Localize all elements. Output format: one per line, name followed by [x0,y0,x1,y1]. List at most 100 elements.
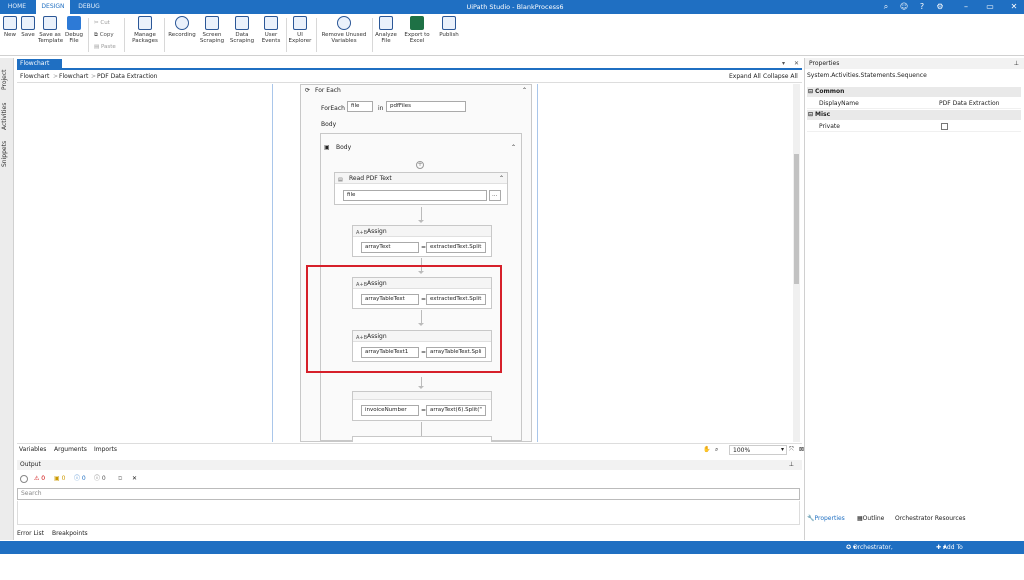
read-pdf-activity[interactable]: ▤ Read PDF Text ⌃ file ... [334,172,508,205]
new-label: New [4,32,16,38]
search-icon[interactable]: ⌕ [880,2,892,12]
assign-activity[interactable]: A+B Assign arrayText = extractedText.Spli… [352,225,492,257]
read-pdf-file-input[interactable]: file [343,190,487,201]
clear-output-icon[interactable]: ✕ [132,474,137,484]
errors-filter[interactable]: ⚠ 0 [34,474,45,484]
sidebar-item-project[interactable]: Project [1,66,13,94]
collapse-icon[interactable]: ⊟ [808,110,813,120]
save-as-template-button[interactable]: Save as Template [38,16,64,44]
properties-header: Properties ⊥ [805,58,1024,69]
common-section[interactable]: ⊟ Common [807,87,1021,97]
collapse-icon[interactable]: ⌃ [522,86,527,96]
tab-debug[interactable]: DEBUG [74,0,104,14]
displayname-value[interactable]: PDF Data Extraction [939,98,999,109]
recording-label: Recording [168,32,196,38]
scrollbar-thumb[interactable] [794,154,799,284]
variables-tab[interactable]: Variables [19,444,46,456]
analyze-file-button[interactable]: Analyze File [374,16,398,44]
assign-value-input[interactable]: arrayText(6).Split(" [426,405,486,416]
explorer-icon [293,16,307,30]
publish-button[interactable]: Publish [436,16,462,38]
breadcrumb-item[interactable]: PDF Data Extraction [97,71,157,83]
paste-button[interactable]: ▤ Paste [94,44,116,50]
close-icon[interactable]: ✕ [1008,2,1020,12]
properties-tab[interactable]: 🔧 Properties [807,514,845,524]
tab-close-icon[interactable]: ✕ [794,60,799,67]
private-checkbox[interactable] [941,123,948,130]
paste-label: Paste [100,44,116,50]
output-title: Output [20,461,41,468]
orchestrator-resources-tab[interactable]: Orchestrator Resources [895,514,966,524]
pan-icon[interactable]: ✋ [703,444,710,456]
collapse-all-link[interactable]: Collapse All [763,71,798,83]
output-search-input[interactable]: Search [17,488,800,500]
tab-dropdown-icon[interactable]: ▾ [782,60,785,67]
cut-button[interactable]: ✂ Cut [94,20,110,26]
chevron-down-icon[interactable]: ▾ [781,444,784,456]
minimize-icon[interactable]: – [960,2,972,12]
breakpoints-tab[interactable]: Breakpoints [52,530,88,537]
tab-home[interactable]: HOME [2,0,32,14]
warnings-filter[interactable]: ▣ 0 [54,474,65,484]
error-list-tab[interactable]: Error List [17,530,44,537]
misc-section[interactable]: ⊟ Misc [807,110,1021,120]
foreach-collection-input[interactable]: pdfFiles [386,101,466,112]
info-filter[interactable]: ⓘ 0 [74,474,86,484]
save-as-template-label: Save as Template [38,32,64,44]
document-tab-flowchart[interactable]: Flowchart [17,59,62,68]
properties-type: System.Activities.Statements.Sequence [807,72,927,79]
browse-button[interactable]: ... [489,190,501,201]
trace-count: 0 [101,475,106,482]
pin-icon[interactable]: ⊥ [1014,58,1019,69]
assign-activity[interactable]: invoiceNumber = arrayText(6).Split(" [352,391,492,421]
feedback-icon[interactable]: ☺ [898,2,910,12]
clock-icon[interactable] [20,474,30,484]
source-control-button[interactable]: ✚ Add To Source Control ▾ [936,541,965,577]
assign-to-input[interactable]: invoiceNumber [361,405,419,416]
breadcrumb-item[interactable]: Flowchart [59,71,88,83]
data-scraping-button[interactable]: Data Scraping [228,16,256,44]
recording-button[interactable]: Recording [168,16,196,38]
assign-to-input[interactable]: arrayText [361,242,419,253]
add-activity-icon[interactable]: + [416,161,424,169]
pin-icon[interactable]: ⊥ [789,460,794,470]
zoom-select[interactable]: 100% [729,445,787,455]
copy-button[interactable]: ⧉ Copy [94,32,114,39]
copy-output-icon[interactable]: ⧉ [118,474,122,484]
orchestrator-status[interactable]: ✪ Orchestrator, Default ▾ [846,541,893,564]
new-button[interactable]: New [2,16,18,38]
maximize-icon[interactable]: ▭ [984,2,996,12]
debug-file-button[interactable]: Debug File [64,16,84,44]
fit-screen-icon[interactable]: ⤧ [789,444,794,456]
assign-value-input[interactable]: extractedText.Split [426,242,486,253]
sidebar-item-snippets[interactable]: Snippets [1,138,13,170]
save-button[interactable]: Save [20,16,36,38]
trace-filter[interactable]: ⓘ 0 [94,474,106,484]
foreach-activity[interactable]: ⟳ For Each ⌃ ForEach file in pdfFiles Bo… [300,84,532,442]
sidebar-item-activities[interactable]: Activities [1,98,13,134]
manage-packages-button[interactable]: Manage Packages [130,16,160,44]
document-tab-underline [17,68,802,70]
collapse-icon[interactable]: ⌃ [511,143,516,153]
collapse-icon[interactable]: ⊟ [808,87,813,97]
remove-unused-variables-button[interactable]: Remove Unused Variables [320,16,368,44]
collapse-icon[interactable]: ⌃ [499,173,504,184]
next-activity[interactable] [352,436,492,442]
breadcrumb-item[interactable]: Flowchart [20,71,49,83]
ui-explorer-button[interactable]: UI Explorer [288,16,312,44]
zoom-icon[interactable]: ⌕ [715,444,718,456]
user-events-button[interactable]: User Events [258,16,284,44]
canvas-scrollbar[interactable] [793,84,800,442]
foreach-item-input[interactable]: file [347,101,373,112]
screen-scraping-button[interactable]: Screen Scraping [198,16,226,44]
tab-design[interactable]: DESIGN [36,0,70,14]
designer-canvas[interactable]: ⟳ For Each ⌃ ForEach file in pdfFiles Bo… [17,84,802,442]
help-icon[interactable]: ? [916,2,928,12]
arguments-tab[interactable]: Arguments [54,444,87,456]
export-to-excel-button[interactable]: Export to Excel [404,16,430,44]
settings-icon[interactable]: ⚙ [934,2,946,12]
imports-tab[interactable]: Imports [94,444,117,456]
screen-icon [205,16,219,30]
outline-tab[interactable]: ▦ Outline [857,514,884,524]
expand-all-link[interactable]: Expand All [729,71,761,83]
